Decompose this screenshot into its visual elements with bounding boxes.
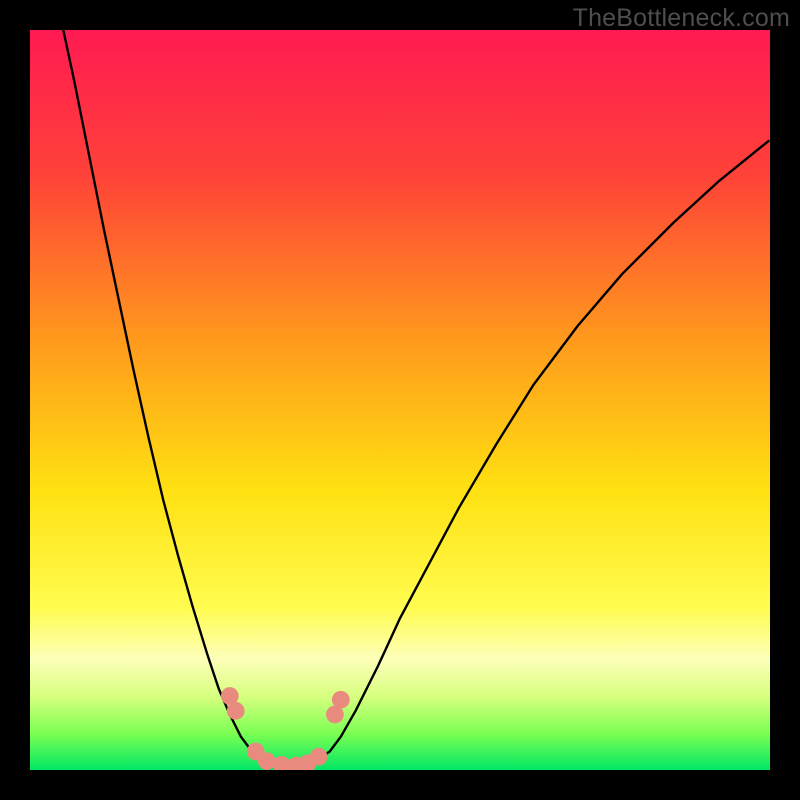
data-marker bbox=[332, 691, 350, 709]
bottleneck-chart bbox=[30, 30, 770, 770]
watermark-label: TheBottleneck.com bbox=[573, 4, 790, 33]
data-marker bbox=[227, 702, 245, 720]
plot-area bbox=[30, 30, 770, 770]
data-marker bbox=[258, 752, 276, 770]
data-marker bbox=[310, 748, 328, 766]
chart-frame: TheBottleneck.com bbox=[0, 0, 800, 800]
